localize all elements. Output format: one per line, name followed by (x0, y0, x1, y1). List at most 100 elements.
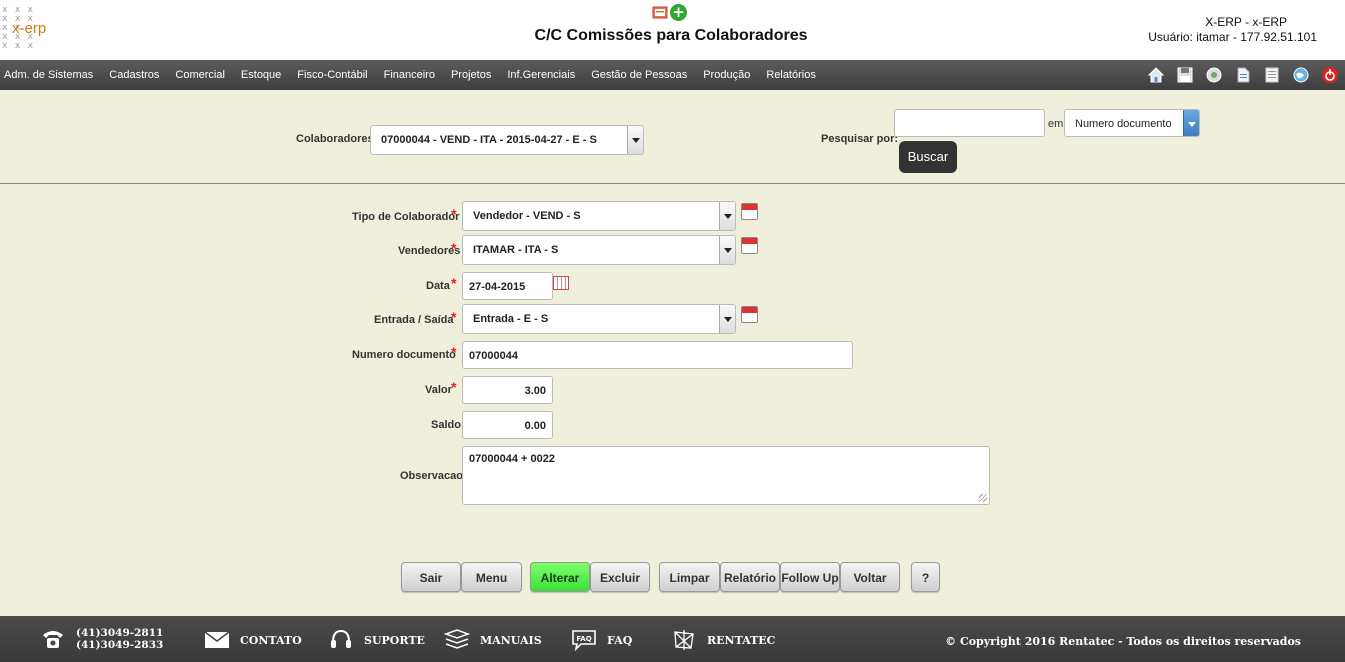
faq-link[interactable]: FAQ (607, 634, 632, 647)
colaboradores-label: Colaboradores (296, 133, 374, 145)
entrada-saida-label: Entrada / Saída (374, 314, 454, 326)
menu-producao[interactable]: Produção (703, 69, 750, 81)
headset-icon (331, 629, 351, 648)
observacao-value: 07000044 + 0022 (469, 453, 555, 465)
calendar-icon[interactable] (741, 237, 758, 254)
contato-link[interactable]: CONTATO (240, 634, 302, 647)
header-actions: + (652, 4, 687, 21)
sair-button[interactable]: Sair (401, 562, 461, 592)
footer-suporte[interactable]: SUPORTE (328, 628, 425, 652)
pesquisar-label: Pesquisar por: (821, 133, 899, 145)
copyright-text: © Copyright 2016 Rentatec - Todos os dir… (945, 635, 1301, 648)
observacao-textarea[interactable]: 07000044 + 0022 (462, 446, 990, 505)
saldo-label: Saldo (431, 419, 461, 431)
menu-inf-gerenciais[interactable]: Inf.Gerenciais (507, 69, 575, 81)
manuais-link[interactable]: MANUAIS (480, 634, 542, 647)
data-label: Data (426, 280, 450, 292)
follow-up-button[interactable]: Follow Up (780, 562, 840, 592)
menu-comercial[interactable]: Comercial (175, 69, 225, 81)
globe-icon[interactable] (1292, 66, 1310, 84)
required-mark: * (451, 309, 457, 325)
notepad-icon[interactable] (1263, 66, 1281, 84)
menu-adm-sistemas[interactable]: Adm. de Sistemas (4, 69, 93, 81)
chevron-down-icon[interactable] (1183, 110, 1199, 136)
suporte-link[interactable]: SUPORTE (364, 634, 425, 647)
help-button[interactable]: ? (911, 562, 940, 592)
svg-text:FAQ: FAQ (576, 635, 591, 643)
envelope-icon (204, 631, 230, 648)
network-icon (674, 630, 694, 650)
footer-manuais[interactable]: MANUAIS (444, 628, 542, 652)
required-mark: * (451, 240, 457, 256)
menu-projetos[interactable]: Projetos (451, 69, 491, 81)
menu-cadastros[interactable]: Cadastros (109, 69, 159, 81)
resize-handle-icon[interactable] (979, 494, 987, 502)
entrada-saida-select[interactable]: Entrada - E - S (462, 304, 736, 334)
chevron-down-icon[interactable] (627, 126, 643, 154)
valor-label: Valor (425, 384, 452, 396)
app-footer: (41)3049-2811 (41)3049-2833 CONTATO SUPO… (0, 616, 1345, 662)
chevron-down-icon[interactable] (719, 305, 735, 333)
required-mark: * (451, 344, 457, 360)
data-input[interactable]: 27-04-2015 (462, 272, 553, 300)
report-icon[interactable] (652, 4, 668, 20)
numero-documento-input[interactable]: 07000044 (462, 341, 853, 369)
menu-items: Adm. de Sistemas Cadastros Comercial Est… (4, 69, 832, 81)
menu-gestao-pessoas[interactable]: Gestão de Pessoas (591, 69, 687, 81)
menu-button[interactable]: Menu (461, 562, 522, 592)
calendar-icon[interactable] (741, 306, 758, 323)
required-mark: * (451, 379, 457, 395)
voltar-button[interactable]: Voltar (840, 562, 900, 592)
excluir-button[interactable]: Excluir (590, 562, 650, 592)
rentatec-link[interactable]: RENTATEC (707, 634, 775, 647)
main-menubar: Adm. de Sistemas Cadastros Comercial Est… (0, 60, 1345, 90)
em-label: em (1048, 118, 1064, 130)
chevron-down-icon[interactable] (719, 202, 735, 230)
settings-icon[interactable] (1205, 66, 1223, 84)
footer-faq[interactable]: FAQ FAQ (571, 628, 632, 652)
phone-1: (41)3049-2811 (76, 627, 164, 639)
required-mark: * (451, 206, 457, 222)
search-input[interactable] (894, 109, 1045, 137)
user-info: X-ERP - x-ERP Usuário: itamar - 177.92.5… (1148, 15, 1317, 45)
tipo-colaborador-label: Tipo de Colaborador (352, 211, 460, 223)
buscar-button[interactable]: Buscar (899, 141, 957, 173)
search-field-select[interactable]: Numero documento (1064, 109, 1200, 137)
user-session: Usuário: itamar - 177.92.51.101 (1148, 30, 1317, 44)
colaboradores-select[interactable]: 07000044 - VEND - ITA - 2015-04-27 - E -… (370, 125, 644, 155)
chevron-down-icon[interactable] (719, 236, 735, 264)
colaboradores-value: 07000044 - VEND - ITA - 2015-04-27 - E -… (381, 134, 597, 146)
alterar-button[interactable]: Alterar (530, 562, 590, 592)
date-picker-icon[interactable] (553, 276, 569, 290)
numero-documento-label: Numero documento (352, 349, 456, 361)
menu-fisco-contabil[interactable]: Fisco-Contábil (297, 69, 367, 81)
footer-rentatec[interactable]: RENTATEC (671, 628, 775, 652)
footer-phones: (41)3049-2811 (41)3049-2833 (40, 627, 163, 651)
save-icon[interactable] (1176, 66, 1194, 84)
power-icon[interactable] (1321, 66, 1339, 84)
relatorio-button[interactable]: Relatório (720, 562, 780, 592)
add-icon[interactable]: + (670, 4, 687, 21)
phone-2: (41)3049-2833 (76, 639, 164, 651)
system-name: X-ERP - x-ERP (1205, 15, 1287, 29)
home-icon[interactable] (1147, 66, 1165, 84)
menu-financeiro[interactable]: Financeiro (384, 69, 435, 81)
page-title: C/C Comissões para Colaboradores (534, 27, 808, 44)
limpar-button[interactable]: Limpar (659, 562, 720, 592)
phone-numbers: (41)3049-2811 (41)3049-2833 (76, 627, 163, 651)
document-icon[interactable] (1234, 66, 1252, 84)
tipo-colaborador-select[interactable]: Vendedor - VEND - S (462, 201, 736, 231)
vendedores-select[interactable]: ITAMAR - ITA - S (462, 235, 736, 265)
calendar-icon[interactable] (741, 203, 758, 220)
menu-estoque[interactable]: Estoque (241, 69, 281, 81)
telephone-icon (43, 631, 63, 648)
observacao-label: Observacao (400, 470, 463, 482)
books-icon (444, 629, 470, 649)
required-mark: * (451, 275, 457, 291)
valor-input[interactable]: 3.00 (462, 376, 553, 404)
faq-bubble-icon: FAQ (572, 630, 596, 652)
saldo-input[interactable]: 0.00 (462, 411, 553, 439)
footer-contato[interactable]: CONTATO (204, 628, 302, 652)
menu-relatorios[interactable]: Relatórios (766, 69, 816, 81)
entrada-saida-value: Entrada - E - S (473, 313, 549, 325)
